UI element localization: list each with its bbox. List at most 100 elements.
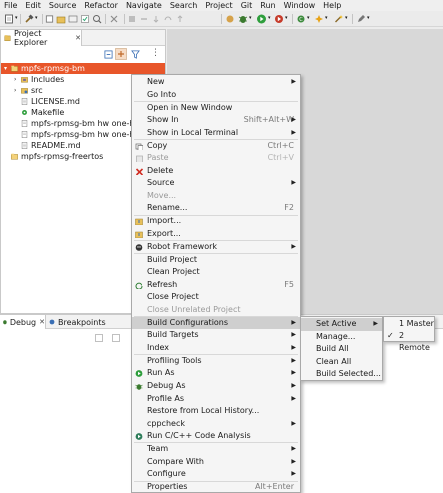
- menu-git[interactable]: Git: [237, 0, 257, 11]
- submenu-arrow-icon: ▶: [291, 242, 296, 250]
- run-launch-icon[interactable]: [256, 14, 267, 24]
- build-dropdown-icon[interactable]: ▾: [35, 15, 38, 21]
- menu-item-paste[interactable]: Paste Ctrl+V: [132, 152, 300, 165]
- new-dropdown-icon[interactable]: ▾: [15, 15, 18, 21]
- menu-item-refresh[interactable]: Refresh F5: [132, 279, 300, 292]
- pen-dropdown-icon[interactable]: ▾: [367, 15, 370, 21]
- menu-item-close-unrelated-project[interactable]: Close Unrelated Project: [132, 304, 300, 317]
- menu-edit[interactable]: Edit: [21, 0, 45, 11]
- run-dropdown-icon[interactable]: ▾: [268, 15, 271, 21]
- menu-item-set-active-sub[interactable]: Set Active ▶: [301, 318, 382, 331]
- step-into-icon[interactable]: [151, 14, 161, 24]
- open-type-icon[interactable]: [68, 14, 78, 24]
- tree-item-label: mpfs-rpmsg-bm: [21, 64, 85, 73]
- new-class-dropdown-icon[interactable]: ▾: [307, 15, 310, 21]
- step-over-icon[interactable]: [163, 14, 173, 24]
- menu-item-1-master-config[interactable]: 1 Master: [384, 318, 434, 330]
- menu-item-profile-as[interactable]: Profile As ▶: [132, 393, 300, 406]
- menu-item-rename[interactable]: Rename... F2: [132, 202, 300, 215]
- link-with-editor-icon[interactable]: [115, 48, 127, 60]
- menu-item-show-in[interactable]: Show In Shift+Alt+W ▶: [132, 114, 300, 127]
- analysis-icon: [135, 433, 143, 441]
- view-menu-icon[interactable]: ⋮: [151, 48, 160, 58]
- menu-item-source[interactable]: Source ▶: [132, 177, 300, 190]
- editor-icon[interactable]: [45, 14, 54, 24]
- new-class-icon[interactable]: C: [296, 14, 306, 24]
- menu-item-open-in-new-window[interactable]: Open in New Window: [132, 102, 300, 115]
- expand-icon[interactable]: ›: [14, 85, 16, 96]
- close-icon[interactable]: ✕: [75, 34, 81, 42]
- menu-item-profiling-tools[interactable]: Profiling Tools ▶: [132, 355, 300, 368]
- expand-icon[interactable]: ›: [14, 74, 16, 85]
- menu-item-copy[interactable]: Copy Ctrl+C: [132, 140, 300, 153]
- tab-debug[interactable]: Debug ✕: [0, 315, 46, 329]
- menu-item-manage-sub[interactable]: Manage...: [301, 331, 382, 344]
- disconnect-icon[interactable]: [139, 14, 149, 24]
- menu-help[interactable]: Help: [319, 0, 345, 11]
- debug-launch-icon[interactable]: [238, 14, 248, 24]
- menu-item-build-all-sub[interactable]: Build All: [301, 343, 382, 356]
- expand-icon[interactable]: ▾: [4, 63, 7, 74]
- menu-item-close-project[interactable]: Close Project: [132, 291, 300, 304]
- menu-item-2-remote-config[interactable]: ✓ 2 Remote: [384, 330, 434, 352]
- menu-item-build-project[interactable]: Build Project: [132, 254, 300, 267]
- wand-icon[interactable]: [333, 14, 344, 24]
- perspective-dropdown-icon[interactable]: ▾: [325, 15, 328, 21]
- close-icon[interactable]: ✕: [39, 318, 45, 326]
- menu-item-clean-all-sub[interactable]: Clean All: [301, 356, 382, 369]
- menu-item-show-in-local-terminal[interactable]: Show in Local Terminal ▶: [132, 127, 300, 140]
- menu-item-go-into[interactable]: Go Into: [132, 89, 300, 102]
- debug-dropdown-icon[interactable]: ▾: [249, 15, 252, 21]
- menu-item-restore-from-local-history[interactable]: Restore from Local History...: [132, 405, 300, 418]
- step-return-icon[interactable]: [175, 14, 185, 24]
- menu-navigate[interactable]: Navigate: [122, 0, 166, 11]
- collapse-all-icon[interactable]: [95, 334, 103, 342]
- tab-project-explorer[interactable]: Project Explorer ✕: [1, 29, 82, 47]
- menu-item-cppcheck[interactable]: cppcheck ▶: [132, 418, 300, 431]
- menu-item-build-configurations[interactable]: Build Configurations ▶: [132, 316, 300, 330]
- menu-item-new[interactable]: New ▶: [132, 76, 300, 89]
- menu-item-run-as[interactable]: Run As ▶: [132, 367, 300, 380]
- menu-item-team[interactable]: Team ▶: [132, 443, 300, 456]
- menu-run[interactable]: Run: [256, 0, 279, 11]
- filter-icon[interactable]: [131, 50, 140, 59]
- menu-item-delete[interactable]: Delete: [132, 165, 300, 178]
- external-tools-icon[interactable]: [274, 14, 284, 24]
- wand-dropdown-icon[interactable]: ▾: [345, 15, 348, 21]
- stop-icon[interactable]: [127, 14, 137, 24]
- menu-refactor[interactable]: Refactor: [80, 0, 122, 11]
- menu-item-properties[interactable]: Properties Alt+Enter: [132, 481, 300, 493]
- task-icon[interactable]: [80, 14, 90, 24]
- expand-icon[interactable]: [112, 334, 120, 342]
- menu-item-robot-framework[interactable]: Robot Framework ▶: [132, 241, 300, 254]
- menu-source[interactable]: Source: [45, 0, 80, 11]
- menu-item-debug-as[interactable]: Debug As ▶: [132, 380, 300, 393]
- menu-item-build-targets[interactable]: Build Targets ▶: [132, 329, 300, 342]
- inspect-icon[interactable]: [92, 14, 102, 24]
- menu-item-import[interactable]: Import...: [132, 215, 300, 228]
- open-perspective-icon[interactable]: [314, 14, 324, 24]
- menu-item-label: Import...: [147, 216, 182, 226]
- menu-item-export[interactable]: Export...: [132, 228, 300, 241]
- search-folder-icon[interactable]: [56, 14, 66, 24]
- menu-item-build-selected-sub[interactable]: Build Selected...: [301, 368, 382, 381]
- menu-item-clean-project[interactable]: Clean Project: [132, 266, 300, 279]
- menu-window[interactable]: Window: [280, 0, 320, 11]
- new-file-icon[interactable]: [4, 14, 14, 24]
- tab-breakpoints[interactable]: Breakpoints: [48, 315, 108, 329]
- menu-item-index[interactable]: Index ▶: [132, 342, 300, 355]
- menu-item-run-c-c-code-analysis[interactable]: Run C/C++ Code Analysis: [132, 430, 300, 443]
- collapse-all-icon[interactable]: [104, 50, 113, 59]
- menu-file[interactable]: File: [0, 0, 21, 11]
- pen-icon[interactable]: [356, 14, 366, 24]
- menu-item-configure[interactable]: Configure ▶: [132, 468, 300, 481]
- new-connection-icon[interactable]: [225, 14, 235, 24]
- skip-breakpoints-icon[interactable]: [109, 14, 119, 24]
- tree-item-mpfs-rpmsg-bm[interactable]: ▾ mpfs-rpmsg-bm: [1, 63, 165, 74]
- external-tools-dropdown-icon[interactable]: ▾: [285, 15, 288, 21]
- hammer-icon[interactable]: [24, 14, 34, 24]
- menu-project[interactable]: Project: [201, 0, 236, 11]
- menu-item-move[interactable]: Move...: [132, 190, 300, 203]
- menu-search[interactable]: Search: [166, 0, 201, 11]
- menu-item-compare-with[interactable]: Compare With ▶: [132, 456, 300, 469]
